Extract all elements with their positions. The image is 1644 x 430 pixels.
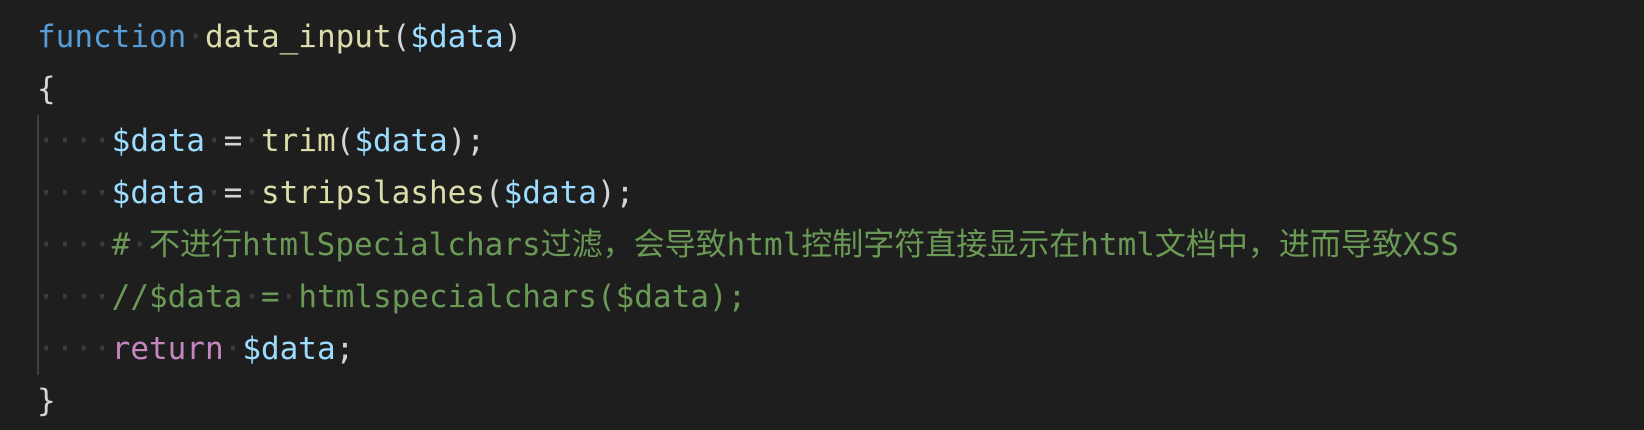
whitespace-marker: · [204,175,224,211]
indent-whitespace: ···· [37,123,112,159]
code-line-8[interactable]: } [37,375,1644,427]
indent-whitespace: ···· [37,279,112,315]
arg-variable: $data [354,123,448,159]
close-brace: } [37,383,56,419]
function-name: data_input [204,19,392,55]
param-variable: $data [410,19,504,55]
code-line-5[interactable]: ····#·不进行htmlSpecialchars过滤，会导致html控制字符直… [37,219,1644,271]
code-line-2[interactable]: { [37,63,1644,115]
indent-whitespace: ···· [37,175,112,211]
code-line-3[interactable]: ····$data·=·trim($data); [37,115,1644,167]
code-line-1[interactable]: function·data_input($data) [37,11,1644,63]
open-brace: { [37,71,56,107]
comment-hash: # [111,227,131,263]
previous-line-fragment: · · · [37,0,130,12]
arg-variable: $data [503,175,597,211]
open-paren: ( [484,175,504,211]
whitespace-marker: · [223,331,243,367]
assign-operator: = [223,123,243,159]
whitespace-marker: · [204,123,224,159]
indent-guide [37,115,39,167]
indent-guide [37,167,39,219]
close-paren: ) [503,19,523,55]
code-line-7[interactable]: ····return·$data; [37,323,1644,375]
whitespace-marker: · [130,227,149,263]
comment-part-a: //$data [111,279,243,315]
whitespace-marker: · [242,123,261,159]
indent-guide [37,219,39,271]
semicolon: ; [335,331,355,367]
indent-guide [37,323,39,375]
comment-part-c: htmlspecialchars($data); [298,279,747,315]
code-line-4[interactable]: ····$data·=·stripslashes($data); [37,167,1644,219]
whitespace-marker: · [279,279,299,315]
comment-text: 不进行htmlSpecialchars过滤，会导致html控制字符直接显示在ht… [149,227,1459,263]
assign-variable: $data [111,175,205,211]
function-keyword: function [37,19,187,55]
assign-variable: $data [111,123,205,159]
comment-part-b: = [260,279,280,315]
indent-whitespace: ···· [37,227,112,263]
return-keyword: return [111,331,224,367]
assign-operator: = [223,175,243,211]
open-paren: ( [391,19,411,55]
open-paren: ( [335,123,355,159]
whitespace-marker: · [242,279,261,315]
indent-whitespace: ···· [37,331,112,367]
code-line-6[interactable]: ····//$data·=·htmlspecialchars($data); [37,271,1644,323]
stripslashes-call: stripslashes [261,175,485,211]
indent-guide [37,271,39,323]
whitespace-marker: · [186,19,205,55]
return-variable: $data [242,331,336,367]
trim-call: trim [261,123,336,159]
close-paren-semicolon: ); [447,123,485,159]
close-paren-semicolon: ); [596,175,635,211]
whitespace-marker: · [242,175,261,211]
code-lines: function·data_input($data) { ····$data·=… [37,11,1644,427]
code-editor[interactable]: · · · function·data_input($data) { ····$… [0,0,1644,430]
